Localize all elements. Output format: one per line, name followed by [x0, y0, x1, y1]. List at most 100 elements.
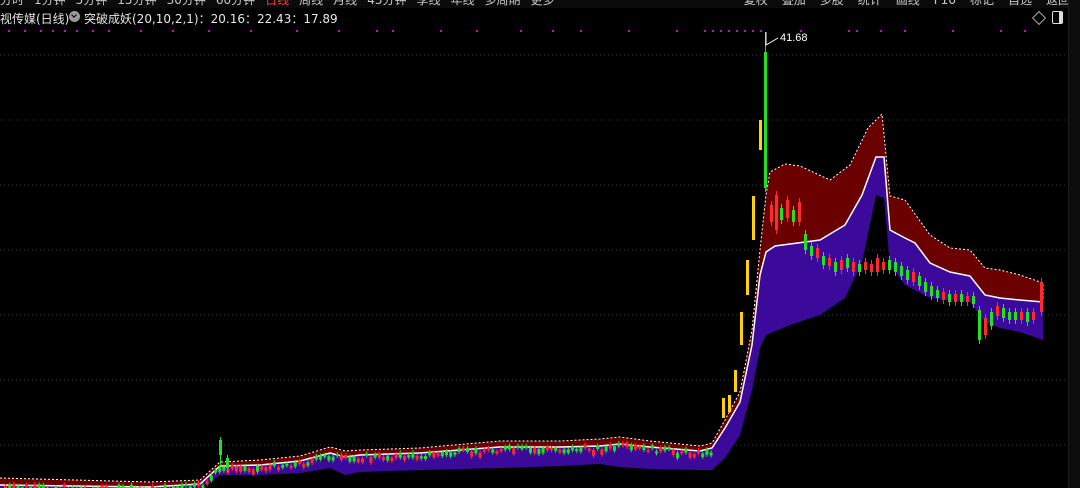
candle	[728, 395, 731, 412]
candle	[840, 260, 843, 270]
candle	[604, 446, 608, 452]
candle	[344, 454, 348, 459]
candle	[529, 447, 532, 453]
signal-dot	[1000, 30, 1002, 32]
candle	[415, 455, 419, 460]
candle	[759, 120, 762, 150]
signal-dot	[296, 30, 298, 32]
candle	[247, 468, 251, 473]
candle	[377, 453, 381, 458]
candle	[319, 455, 322, 460]
candle	[8, 484, 12, 488]
candle	[520, 445, 524, 450]
signal-dot	[208, 30, 210, 32]
signal-dot	[338, 30, 340, 32]
candle	[235, 466, 238, 472]
candle	[230, 464, 234, 470]
candle	[740, 312, 743, 345]
candle	[775, 195, 778, 230]
candle	[846, 258, 849, 268]
candle	[734, 370, 737, 392]
candle	[625, 442, 629, 448]
candle	[432, 452, 436, 458]
candle	[888, 260, 891, 270]
candle	[828, 258, 831, 266]
candle	[411, 452, 415, 458]
candle	[798, 202, 801, 222]
candle	[33, 483, 37, 488]
signal-dot	[744, 30, 746, 32]
signal-dot	[704, 30, 706, 32]
candle	[634, 444, 637, 450]
candle	[617, 442, 621, 447]
candle	[642, 445, 646, 451]
signal-dot	[376, 30, 378, 32]
right-scroll-edge[interactable]	[1068, 0, 1080, 488]
candle	[436, 453, 440, 456]
signal-dot	[172, 30, 174, 32]
signal-dot	[728, 30, 730, 32]
candle	[440, 452, 444, 457]
signal-dot	[24, 30, 26, 32]
candle	[428, 451, 432, 456]
candle	[25, 484, 28, 488]
kline-chart[interactable]: 41.68	[0, 0, 1068, 488]
candle	[37, 484, 41, 488]
signal-dot	[720, 30, 722, 32]
signal-dot	[64, 30, 66, 32]
annotations: 41.68	[765, 32, 808, 46]
candle	[1014, 312, 1017, 320]
candle	[478, 452, 482, 458]
candle	[403, 456, 406, 461]
candle	[1008, 312, 1011, 320]
signal-dot	[140, 30, 142, 32]
signal-dot	[760, 30, 762, 32]
candle	[990, 312, 993, 326]
candle	[323, 454, 327, 458]
candle	[562, 449, 566, 454]
signal-dot	[40, 30, 42, 32]
candle	[302, 463, 306, 468]
candle	[470, 451, 474, 457]
signal-dot	[108, 30, 110, 32]
candle	[541, 447, 545, 453]
candle	[62, 484, 66, 488]
candle	[786, 200, 789, 218]
candle	[583, 444, 587, 449]
candle	[663, 446, 667, 451]
candle	[1002, 308, 1005, 318]
candle	[918, 276, 921, 286]
candle	[369, 457, 373, 463]
candle	[655, 451, 658, 454]
candle	[688, 452, 692, 458]
candle	[834, 262, 837, 272]
candle	[936, 290, 939, 298]
candle	[268, 464, 272, 470]
candle	[852, 262, 855, 272]
signal-dot	[676, 30, 678, 32]
candle	[701, 453, 705, 458]
candle	[613, 446, 616, 451]
candle	[566, 449, 570, 453]
candle	[419, 456, 423, 459]
signal-dot	[476, 30, 478, 32]
signal-dot	[8, 30, 10, 32]
candle	[571, 446, 574, 451]
candle	[680, 451, 684, 454]
candle	[260, 466, 264, 470]
signal-dot	[736, 30, 738, 32]
candle	[822, 256, 825, 265]
candle	[214, 469, 217, 473]
candle	[550, 447, 553, 451]
candle	[457, 448, 461, 453]
candle	[924, 282, 927, 292]
candle	[277, 467, 280, 470]
signal-dot	[856, 30, 858, 32]
candle	[646, 449, 650, 452]
candle	[314, 455, 318, 460]
candle	[356, 458, 360, 463]
candle	[264, 467, 268, 472]
candle	[184, 483, 188, 486]
candle	[222, 466, 226, 471]
signal-dot	[848, 30, 850, 32]
